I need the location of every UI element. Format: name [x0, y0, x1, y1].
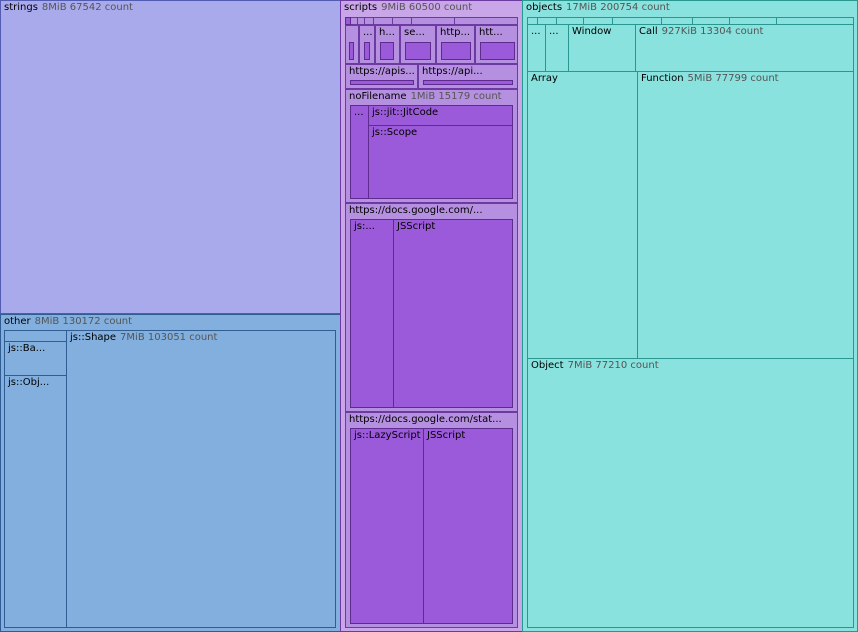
node-other[interactable]: other 8MiB 130172 count js::Ba... js::Obj…	[0, 314, 341, 632]
node-docs2-jsscript[interactable]: JSScript	[423, 428, 513, 624]
node-label: strings 8MiB 67542 count	[4, 2, 133, 13]
node-label: js::LazyScript	[354, 430, 421, 441]
node-scope[interactable]: js::Scope	[368, 125, 513, 199]
node-label: https://apis...	[349, 66, 415, 77]
node-docs-2[interactable]: https://docs.google.com/stat... js::Lazy…	[345, 412, 518, 628]
node-label: se...	[404, 27, 425, 38]
node-label: Object 7MiB 77210 count	[531, 360, 659, 371]
node-inner[interactable]	[364, 42, 370, 60]
node-array[interactable]: Array	[527, 71, 638, 359]
node-lazyscript[interactable]: js::LazyScript	[350, 428, 424, 624]
node-inner[interactable]	[480, 42, 515, 60]
node-inner[interactable]	[350, 80, 414, 85]
node-scripts[interactable]: scripts 9MiB 60500 count ... h... se... h…	[340, 0, 523, 632]
node-label: http...	[440, 27, 471, 38]
node-label: https://docs.google.com/stat...	[349, 414, 502, 425]
node-small-2[interactable]: ...	[359, 25, 375, 64]
node-label: https://api...	[422, 66, 483, 77]
node-inner[interactable]	[405, 42, 431, 60]
node-label: js::Shape 7MiB 103051 count	[70, 332, 218, 343]
node-small-1[interactable]	[345, 25, 359, 64]
node-label: noFilename 1MiB 15179 count	[349, 91, 502, 102]
node-small-6[interactable]: htt...	[475, 25, 518, 64]
node-label: scripts 9MiB 60500 count	[344, 2, 473, 13]
node-objects-e2[interactable]: ...	[545, 24, 569, 72]
node-small-3[interactable]: h...	[375, 25, 400, 64]
node-label: js::Scope	[372, 127, 418, 138]
node-strings[interactable]: strings 8MiB 67542 count	[0, 0, 341, 314]
node-label: other 8MiB 130172 count	[4, 316, 133, 327]
node-label: Call 927KiB 13304 count	[639, 26, 764, 37]
node-js-shape[interactable]: js::Shape 7MiB 103051 count	[66, 330, 336, 628]
node-docs-1[interactable]: https://docs.google.com/... js:... JSScr…	[345, 203, 518, 412]
node-label: Window	[572, 26, 612, 37]
node-jitcode[interactable]: js::jit::JitCode	[368, 105, 513, 126]
node-label: JSScript	[397, 221, 436, 232]
node-function[interactable]: Function 5MiB 77799 count	[637, 71, 854, 359]
node-inner[interactable]	[423, 80, 513, 85]
node-label: js::jit::JitCode	[372, 107, 439, 118]
node-nofilename[interactable]: noFilename 1MiB 15179 count ... js::jit::…	[345, 89, 518, 203]
node-label: Function 5MiB 77799 count	[641, 73, 779, 84]
node-docs1-js[interactable]: js:...	[350, 219, 394, 408]
node-js-ba[interactable]: js::Ba...	[4, 341, 67, 376]
node-label: htt...	[479, 27, 503, 38]
node-strip-b[interactable]	[357, 17, 365, 25]
node-objects-e1[interactable]: ...	[527, 24, 546, 72]
node-small-4[interactable]: se...	[400, 25, 436, 64]
node-label: ...	[549, 26, 559, 37]
node-object[interactable]: Object 7MiB 77210 count	[527, 358, 854, 628]
node-label: js:...	[354, 221, 375, 232]
node-js-obj[interactable]: js::Obj...	[4, 375, 67, 628]
node-strip-c[interactable]	[373, 17, 393, 25]
node-strip-d[interactable]	[411, 17, 455, 25]
node-call[interactable]: Call 927KiB 13304 count	[635, 24, 854, 72]
node-label: JSScript	[427, 430, 466, 441]
node-label: js::Ba...	[8, 343, 46, 354]
node-small-5[interactable]: http...	[436, 25, 475, 64]
node-strip-a[interactable]	[345, 17, 351, 25]
node-apis-2[interactable]: https://api...	[418, 64, 518, 89]
node-apis-1[interactable]: https://apis...	[345, 64, 418, 89]
node-label: https://docs.google.com/...	[349, 205, 483, 216]
node-inner[interactable]	[441, 42, 471, 60]
node-window[interactable]: Window	[568, 24, 636, 72]
node-label: h...	[379, 27, 395, 38]
node-label: js::Obj...	[8, 377, 50, 388]
node-inner[interactable]	[349, 42, 354, 60]
node-label: ...	[531, 26, 541, 37]
node-label: objects 17MiB 200754 count	[526, 2, 670, 13]
node-docs1-jsscript[interactable]: JSScript	[393, 219, 513, 408]
node-label: ...	[363, 27, 373, 38]
node-inner[interactable]	[380, 42, 394, 60]
node-objects[interactable]: objects 17MiB 200754 count ... ... Window…	[522, 0, 858, 632]
node-label: Array	[531, 73, 558, 84]
node-nofilename-small[interactable]: ...	[350, 105, 369, 199]
node-label: ...	[354, 107, 364, 118]
